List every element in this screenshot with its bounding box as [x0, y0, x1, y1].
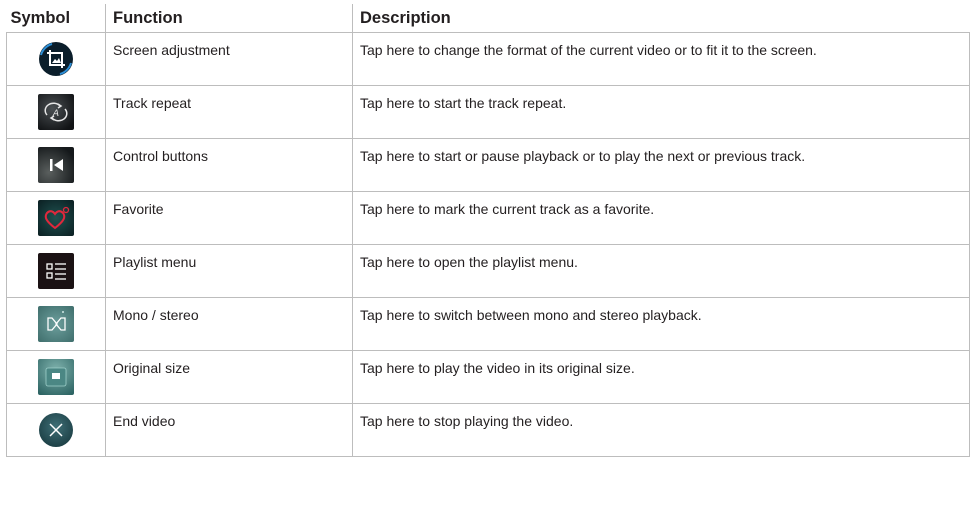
function-cell: Original size	[105, 350, 353, 404]
function-cell: Control buttons	[105, 138, 353, 192]
table-row: Original size Tap here to play the video…	[6, 350, 970, 404]
table-row: Control buttons Tap here to start or pau…	[6, 138, 970, 192]
favorite-heart-icon	[38, 200, 74, 236]
description-cell: Tap here to open the playlist menu.	[352, 244, 970, 298]
function-cell: Screen adjustment	[105, 32, 353, 86]
description-cell: Tap here to mark the current track as a …	[352, 191, 970, 245]
table-row: Screen adjustment Tap here to change the…	[6, 32, 970, 86]
function-cell: End video	[105, 403, 353, 457]
description-cell: Tap here to switch between mono and ster…	[352, 297, 970, 351]
function-cell: Favorite	[105, 191, 353, 245]
playlist-menu-icon	[38, 253, 74, 289]
header-function: Function	[105, 4, 353, 33]
previous-track-icon	[38, 147, 74, 183]
screen-adjustment-icon	[38, 41, 74, 77]
description-cell: Tap here to start the track repeat.	[352, 85, 970, 139]
description-cell: Tap here to change the format of the cur…	[352, 32, 970, 86]
symbol-table: Symbol Function Description Screen adjus…	[6, 4, 970, 457]
end-video-icon	[38, 412, 74, 448]
function-cell: Track repeat	[105, 85, 353, 139]
table-row: A Track repeat Tap here to start the tra…	[6, 85, 970, 139]
header-description: Description	[352, 4, 970, 33]
function-cell: Mono / stereo	[105, 297, 353, 351]
mono-stereo-icon	[38, 306, 74, 342]
table-row: Mono / stereo Tap here to switch between…	[6, 297, 970, 351]
description-cell: Tap here to start or pause playback or t…	[352, 138, 970, 192]
table-row: Playlist menu Tap here to open the playl…	[6, 244, 970, 298]
table-row: Favorite Tap here to mark the current tr…	[6, 191, 970, 245]
table-row: End video Tap here to stop playing the v…	[6, 403, 970, 457]
description-cell: Tap here to play the video in its origin…	[352, 350, 970, 404]
table-header-row: Symbol Function Description	[6, 4, 970, 33]
function-cell: Playlist menu	[105, 244, 353, 298]
track-repeat-icon: A	[38, 94, 74, 130]
header-symbol: Symbol	[6, 4, 106, 33]
svg-text:A: A	[52, 109, 59, 119]
original-size-icon	[38, 359, 74, 395]
description-cell: Tap here to stop playing the video.	[352, 403, 970, 457]
